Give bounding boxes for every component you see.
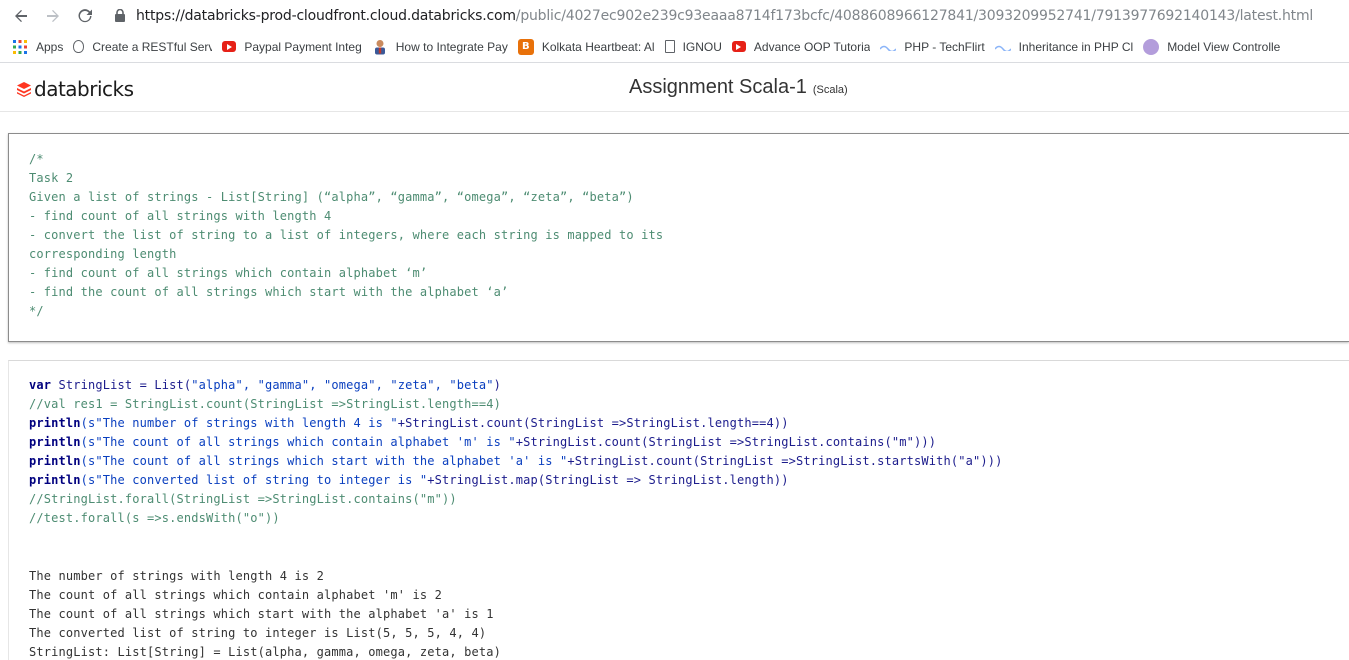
cell-output: The number of strings with length 4 is 2… <box>29 567 501 660</box>
back-arrow-icon[interactable] <box>10 5 32 27</box>
bookmark-php-techflirt[interactable]: PHP - TechFlirt <box>880 39 985 55</box>
reload-icon[interactable] <box>74 5 96 27</box>
bookmark-inheritance[interactable]: Inheritance in PHP Cl <box>994 39 1134 55</box>
bookmark-kolkata[interactable]: B Kolkata Heartbeat: Al <box>517 38 655 55</box>
bookmark-label: Create a RESTful Serv <box>92 39 213 54</box>
code-string: (s"The count of all strings which contai… <box>80 435 516 449</box>
notebook-cell-task-description[interactable]: /* Task 2 Given a list of strings - List… <box>8 133 1349 342</box>
apps-grid-icon <box>12 39 28 55</box>
bookmark-integrate-pay[interactable]: How to Integrate Pay <box>372 39 508 55</box>
bookmark-label: IGNOU <box>682 39 722 54</box>
code-line: - find the count of all strings which st… <box>29 285 509 299</box>
url-host: https://databricks-prod-cloudfront.cloud… <box>136 7 516 24</box>
code-line: /* <box>29 152 44 166</box>
cell-code: var StringList = List("alpha", "gamma", … <box>29 376 1002 528</box>
code-keyword: println <box>29 435 81 449</box>
output-line: The number of strings with length 4 is 2 <box>29 569 324 583</box>
code-line: - find count of all strings which contai… <box>29 266 428 280</box>
code-line: corresponding length <box>29 247 177 261</box>
code-keyword: println <box>29 454 81 468</box>
bookmark-label: How to Integrate Pay <box>395 39 508 54</box>
code-string: (s"The number of strings with length 4 i… <box>80 416 398 430</box>
bookmark-label: Paypal Payment Integ <box>244 39 362 54</box>
code-line: Task 2 <box>29 171 74 185</box>
youtube-icon <box>222 41 237 52</box>
code-string: "alpha", "gamma", "omega", "zeta", "beta… <box>191 378 494 392</box>
bookmark-restful[interactable]: Create a RESTful Serv <box>73 40 212 54</box>
notebook-header: databricks Assignment Scala-1 (Scala) <box>0 63 1349 112</box>
code-text: +StringList.count(StringList =>StringLis… <box>567 454 1003 468</box>
browser-address-bar: https://databricks-prod-cloudfront.cloud… <box>0 0 1349 31</box>
url-field[interactable]: https://databricks-prod-cloudfront.cloud… <box>136 8 1313 24</box>
bookmark-mvc[interactable]: Model View Controlle <box>1143 38 1281 55</box>
code-text: ) <box>493 378 501 392</box>
bookmark-label: Inheritance in PHP Cl <box>1018 39 1134 54</box>
bookmark-label: PHP - TechFlirt <box>904 39 985 54</box>
code-comment: //StringList.forall(StringList =>StringL… <box>29 492 457 506</box>
code-keyword: var <box>29 378 52 392</box>
code-text: +StringList.count(StringList =>StringLis… <box>515 435 937 449</box>
notebook-cell-code[interactable]: var StringList = List("alpha", "gamma", … <box>8 360 1349 660</box>
notebook-title-block: Assignment Scala-1 (Scala) <box>629 76 848 99</box>
lock-icon[interactable] <box>114 9 126 23</box>
output-line: The count of all strings which contain a… <box>29 588 442 602</box>
bookmark-apps[interactable]: Apps <box>12 39 63 55</box>
code-comment: //test.forall(s =>s.endsWith("o")) <box>29 511 280 525</box>
bookmarks-bar: Apps Create a RESTful Serv Paypal Paymen… <box>0 31 1349 62</box>
code-line: */ <box>29 304 44 318</box>
code-text: +StringList.count(StringList =>StringLis… <box>397 416 789 430</box>
document-icon <box>664 40 675 53</box>
forward-arrow-icon[interactable] <box>42 5 64 27</box>
code-comment: //val res1 = StringList.count(StringList… <box>29 397 501 411</box>
code-keyword: println <box>29 473 81 487</box>
bookmark-paypal[interactable]: Paypal Payment Integ <box>222 39 362 54</box>
databricks-logo-icon <box>17 82 31 97</box>
code-string: (s"The count of all strings which start … <box>80 454 568 468</box>
bookmark-oop[interactable]: Advance OOP Tutoria <box>731 39 871 54</box>
mvc-icon <box>1143 38 1160 55</box>
output-line: StringList: List[String] = List(alpha, g… <box>29 645 501 659</box>
code-line: Given a list of strings - List[String] (… <box>29 190 634 204</box>
bookmark-label: Kolkata Heartbeat: Al <box>541 39 655 54</box>
bookmark-ignou[interactable]: IGNOU <box>664 39 722 54</box>
code-string: (s"The converted list of string to integ… <box>80 473 428 487</box>
techflirt-icon <box>880 39 897 55</box>
url-path: /public/4027ec902e239c93eaaa8714f173bcfc… <box>515 7 1314 24</box>
code-text: StringList = List( <box>51 378 192 392</box>
code-text: +StringList.map(StringList => StringList… <box>427 473 789 487</box>
code-line: - find count of all strings with length … <box>29 209 332 223</box>
notebook-title: Assignment Scala-1 <box>629 76 807 98</box>
notebook-language: (Scala) <box>812 84 848 96</box>
avatar-icon <box>372 39 388 55</box>
cell-code: /* Task 2 Given a list of strings - List… <box>29 150 663 321</box>
bulb-icon <box>73 40 85 53</box>
output-line: The converted list of string to integer … <box>29 626 487 640</box>
databricks-logo[interactable]: databricks <box>16 77 134 101</box>
techflirt-icon <box>994 39 1011 55</box>
blogger-icon: B <box>517 38 534 55</box>
youtube-icon <box>731 41 746 52</box>
bookmark-label: Advance OOP Tutoria <box>753 39 871 54</box>
bookmark-label: Model View Controlle <box>1167 39 1281 54</box>
logo-text: databricks <box>34 77 134 101</box>
bookmark-label: Apps <box>36 39 64 54</box>
code-keyword: println <box>29 416 81 430</box>
code-line: - convert the list of string to a list o… <box>29 228 664 242</box>
output-line: The count of all strings which start wit… <box>29 607 494 621</box>
